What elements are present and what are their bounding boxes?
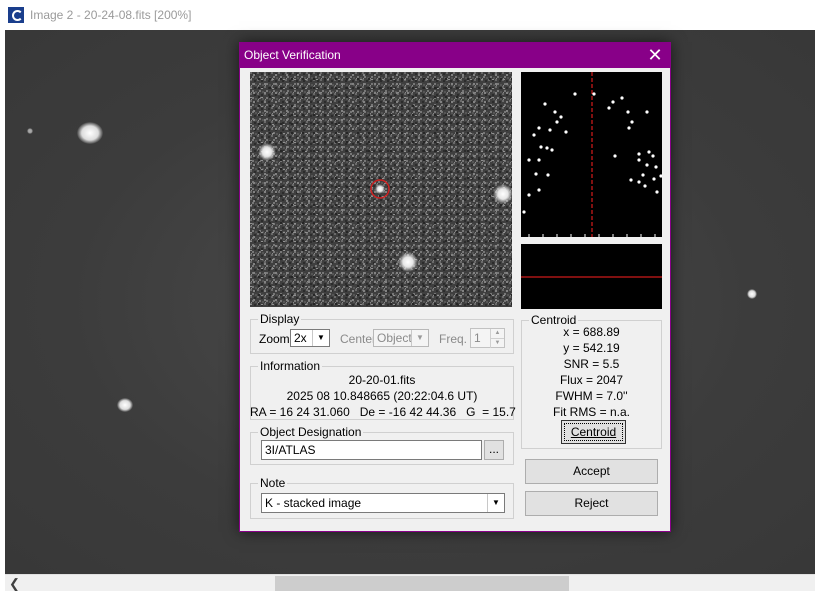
note-value: K - stacked image bbox=[265, 496, 362, 510]
designation-input[interactable]: 3I/ATLAS bbox=[261, 440, 482, 460]
scrollbar-thumb[interactable] bbox=[275, 576, 569, 591]
info-filename: 20-20-01.fits bbox=[348, 373, 416, 387]
centroid-fit-rms: Fit RMS = n.a. bbox=[552, 405, 631, 419]
image-window-title: Image 2 - 20-24-08.fits [200%] bbox=[30, 8, 192, 22]
centroid-snr: SNR = 5.5 bbox=[563, 357, 620, 371]
preview-star-field bbox=[250, 72, 512, 307]
browse-label: ... bbox=[488, 442, 499, 456]
centroid-x: x = 688.89 bbox=[563, 325, 620, 339]
star bbox=[77, 122, 103, 144]
star bbox=[27, 128, 33, 134]
object-verification-dialog: Object Verification ✕ Display Zoom 2x ▼ … bbox=[239, 42, 671, 532]
center-select[interactable]: Object ▼ bbox=[373, 329, 429, 347]
centroid-scatter-graph bbox=[521, 72, 663, 237]
chevron-down-icon[interactable]: ▼ bbox=[411, 330, 428, 346]
center-value: Object bbox=[377, 331, 412, 345]
star bbox=[747, 289, 757, 299]
window-bottom-edge bbox=[0, 591, 815, 595]
dialog-title: Object Verification bbox=[244, 48, 341, 62]
dialog-titlebar[interactable]: Object Verification ✕ bbox=[239, 42, 671, 68]
star bbox=[117, 398, 133, 412]
freq-spinner[interactable]: 1 ▲ ▼ bbox=[470, 328, 505, 348]
information-legend: Information bbox=[260, 359, 321, 373]
accept-button[interactable]: Accept bbox=[525, 459, 658, 484]
centroid-button-label: Centroid bbox=[564, 423, 623, 441]
reject-label: Reject bbox=[574, 496, 609, 510]
note-select[interactable]: K - stacked image ▼ bbox=[261, 493, 505, 513]
chevron-down-icon[interactable]: ▼ bbox=[487, 494, 504, 512]
dialog-body: Display Zoom 2x ▼ Center Object ▼ Freq. … bbox=[240, 68, 670, 531]
zoom-value: 2x bbox=[294, 331, 307, 345]
designation-value: 3I/ATLAS bbox=[265, 443, 316, 457]
info-date: 2025 08 10.848665 (20:22:04.6 UT) bbox=[286, 389, 478, 403]
accept-label: Accept bbox=[573, 464, 610, 478]
image-window-titlebar[interactable]: Image 2 - 20-24-08.fits [200%] bbox=[0, 0, 815, 30]
display-legend: Display bbox=[260, 312, 300, 326]
reject-button[interactable]: Reject bbox=[525, 491, 658, 516]
centroid-flux: Flux = 2047 bbox=[559, 373, 624, 387]
spin-up-icon[interactable]: ▲ bbox=[490, 329, 504, 338]
spin-down-icon[interactable]: ▼ bbox=[490, 338, 504, 348]
profile-graph bbox=[521, 244, 662, 309]
scroll-left-icon[interactable]: ❮ bbox=[9, 576, 23, 591]
zoom-label: Zoom bbox=[259, 332, 290, 346]
freq-label: Freq. bbox=[439, 332, 468, 346]
horizontal-scrollbar[interactable]: ❮ bbox=[5, 574, 815, 592]
chevron-down-icon[interactable]: ▼ bbox=[312, 330, 329, 346]
center-label: Center bbox=[340, 332, 377, 346]
note-legend: Note bbox=[260, 476, 286, 490]
object-preview-image[interactable] bbox=[250, 72, 512, 307]
centroid-fwhm: FWHM = 7.0'' bbox=[555, 389, 628, 403]
centroid-y: y = 542.19 bbox=[563, 341, 620, 355]
zoom-select[interactable]: 2x ▼ bbox=[290, 329, 330, 347]
info-coordinates: RA = 16 24 31.060 De = -16 42 44.36 G = … bbox=[250, 405, 516, 419]
browse-designation-button[interactable]: ... bbox=[484, 440, 504, 460]
designation-legend: Object Designation bbox=[260, 425, 362, 439]
app-icon bbox=[8, 7, 24, 23]
close-icon[interactable]: ✕ bbox=[639, 42, 671, 68]
centroid-button[interactable]: Centroid bbox=[561, 420, 626, 444]
freq-value: 1 bbox=[474, 331, 481, 345]
